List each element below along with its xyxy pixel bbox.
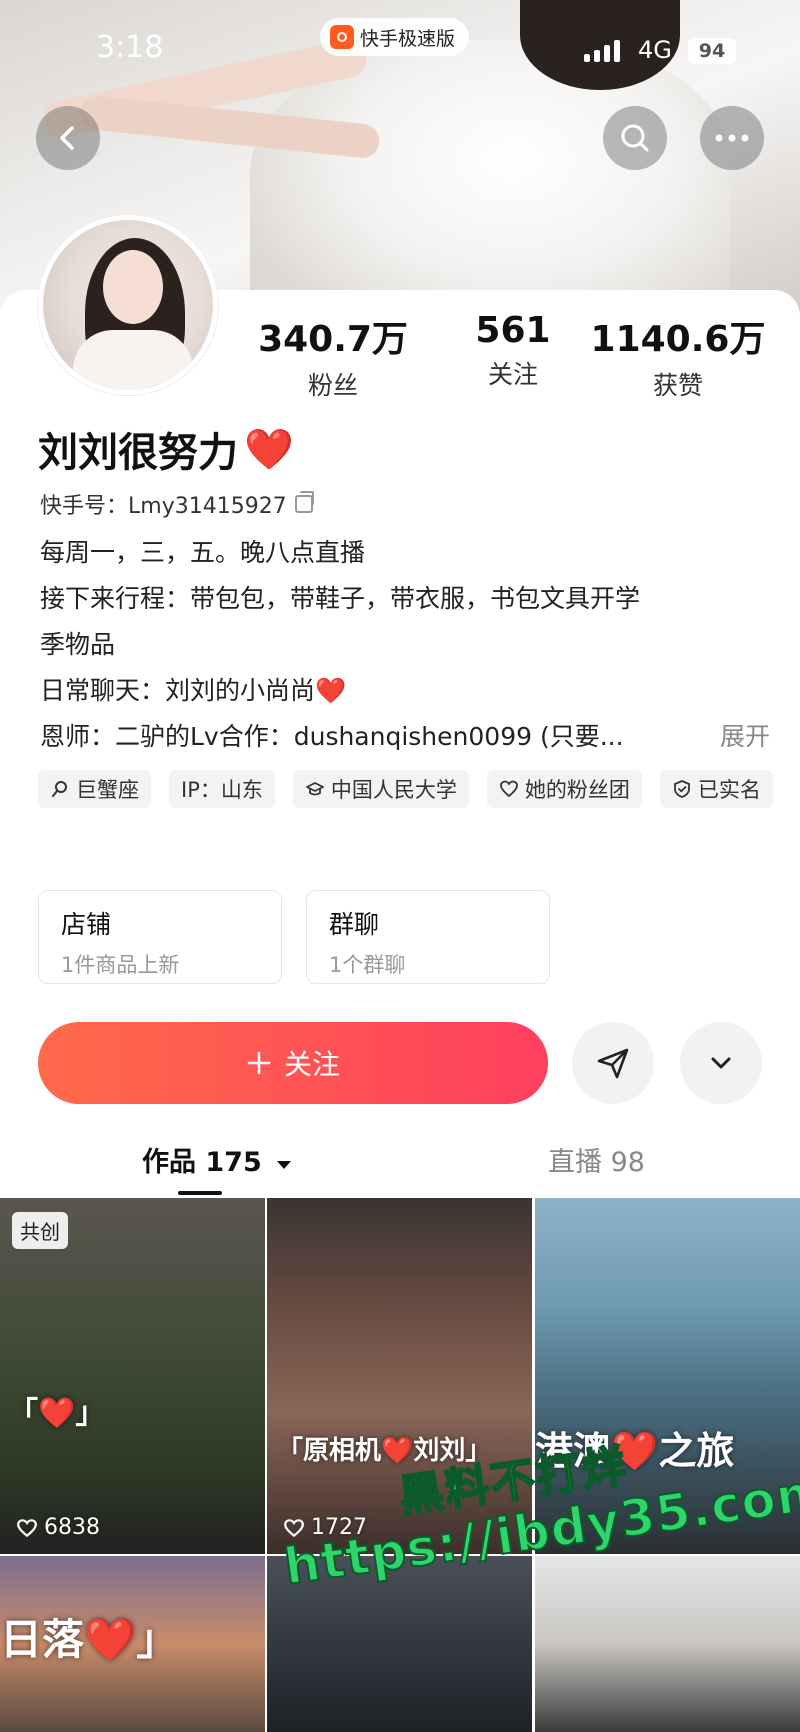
caret-down-icon xyxy=(277,1161,292,1169)
stat-likes[interactable]: 1140.6万 获赞 xyxy=(578,310,778,402)
follow-button[interactable]: 关注 xyxy=(38,1022,548,1104)
heart-emoji: ❤️ xyxy=(244,426,294,473)
profile-name: 刘刘很努力 ❤️ xyxy=(38,420,294,478)
follow-label: 关注 xyxy=(283,1048,340,1081)
kuaishou-id: 快手号：Lmy31415927 xyxy=(40,488,314,520)
chevron-down-icon xyxy=(711,1057,731,1069)
send-icon xyxy=(597,1048,629,1079)
co-creation-badge: 共创 xyxy=(12,1212,68,1249)
copy-icon[interactable] xyxy=(294,491,314,513)
verified-shield-icon xyxy=(673,780,690,798)
group-chat-card[interactable]: 群聊 1个群聊 xyxy=(306,890,550,984)
tag-ip-location: IP：山东 xyxy=(169,770,275,808)
card-title: 店铺 xyxy=(61,910,112,939)
search-icon xyxy=(621,124,649,152)
video-thumbnail[interactable]: 日落❤️」 xyxy=(0,1556,265,1732)
tab-works[interactable]: 作品 175 xyxy=(142,1140,293,1179)
profile-cards: 店铺 1件商品上新 群聊 1个群聊 xyxy=(38,890,550,984)
zodiac-icon xyxy=(52,781,67,797)
bio-line: 季物品 xyxy=(40,630,116,659)
kuaishou-logo-icon xyxy=(330,25,354,49)
tag-verified[interactable]: 已实名 xyxy=(659,770,773,808)
video-caption: 「❤️」 xyxy=(8,1396,106,1431)
expand-bio-link[interactable]: 展开 xyxy=(720,714,770,760)
video-caption: 日落❤️」 xyxy=(0,1615,179,1664)
card-title: 群聊 xyxy=(329,910,380,939)
card-subtitle: 1件商品上新 xyxy=(61,953,180,977)
search-button[interactable] xyxy=(603,106,667,170)
tag-label: IP：山东 xyxy=(181,778,263,802)
content-tabs: 作品 175 直播 98 xyxy=(0,1140,800,1200)
tag-label: 已实名 xyxy=(697,778,761,802)
heart-emoji: ❤️ xyxy=(315,676,347,705)
tag-zodiac[interactable]: 巨蟹座 xyxy=(38,770,151,808)
tag-label: 她的粉丝团 xyxy=(524,778,630,802)
signal-icon xyxy=(584,40,620,62)
more-options-button[interactable] xyxy=(700,106,764,170)
video-thumbnail[interactable]: 共创 「❤️」 6838 xyxy=(0,1198,265,1554)
profile-tags: 巨蟹座 IP：山东 中国人民大学 她的粉丝团 已实名 xyxy=(38,770,778,808)
tab-label: 直播 98 xyxy=(548,1147,645,1178)
back-button[interactable] xyxy=(36,106,100,170)
stat-label: 获赞 xyxy=(652,371,703,400)
heart-outline-icon xyxy=(17,1518,37,1537)
status-time: 3:18 xyxy=(96,30,164,65)
stat-value: 1140.6万 xyxy=(590,319,766,360)
tag-label: 巨蟹座 xyxy=(76,778,139,802)
graduation-cap-icon xyxy=(305,782,324,796)
bio-line-text: 日常聊天：刘刘的小尚尚 xyxy=(40,676,316,705)
tab-label: 作品 175 xyxy=(142,1147,262,1178)
card-subtitle: 1个群聊 xyxy=(329,953,406,977)
plus-icon xyxy=(247,1051,271,1075)
profile-bio: 每周一，三，五。晚八点直播 接下来行程：带包包，带鞋子，带衣服，书包文具开学 季… xyxy=(40,530,770,760)
network-type: 4G xyxy=(638,36,672,64)
kuaishou-id-text: 快手号：Lmy31415927 xyxy=(40,494,287,519)
bio-line-text: 恩师：二驴的Lv合作：dushanqishen0099 (只要... xyxy=(40,722,624,751)
bio-line: 每周一，三，五。晚八点直播 xyxy=(40,538,366,567)
stat-followers[interactable]: 340.7万 粉丝 xyxy=(233,310,433,402)
bio-line: 日常聊天：刘刘的小尚尚❤️ xyxy=(40,668,770,714)
app-badge: 快手极速版 xyxy=(320,18,470,56)
video-thumbnail[interactable] xyxy=(535,1556,800,1732)
stat-label: 粉丝 xyxy=(307,371,358,400)
more-actions-button[interactable] xyxy=(680,1022,762,1104)
heart-outline-icon xyxy=(499,780,518,798)
share-button[interactable] xyxy=(572,1022,654,1104)
tag-label: 中国人民大学 xyxy=(330,778,457,802)
more-dots-icon xyxy=(715,134,749,142)
likes-count: 6838 xyxy=(44,1515,100,1540)
bio-line: 接下来行程：带包包，带鞋子，带衣服，书包文具开学 xyxy=(40,584,641,613)
profile-name-text: 刘刘很努力 xyxy=(38,430,238,476)
active-tab-indicator xyxy=(178,1191,222,1195)
tab-live[interactable]: 直播 98 xyxy=(548,1140,645,1179)
battery-indicator: 94 xyxy=(688,38,736,64)
shop-card[interactable]: 店铺 1件商品上新 xyxy=(38,890,282,984)
tag-fan-club[interactable]: 她的粉丝团 xyxy=(486,770,642,808)
tag-school[interactable]: 中国人民大学 xyxy=(292,770,469,808)
stat-value: 340.7万 xyxy=(258,319,408,360)
app-badge-label: 快手极速版 xyxy=(360,27,456,50)
chevron-left-icon xyxy=(60,126,74,150)
avatar[interactable] xyxy=(38,215,218,395)
video-likes: 6838 xyxy=(16,1515,100,1540)
bio-line: 恩师：二驴的Lv合作：dushanqishen0099 (只要... 展开 xyxy=(40,714,770,760)
